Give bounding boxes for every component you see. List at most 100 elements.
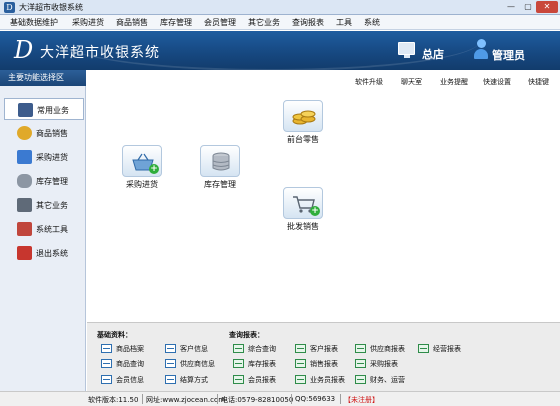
window-title: 大洋超市收银系统: [19, 3, 83, 12]
status-separator: [142, 394, 143, 404]
status-phone: 电话:0579-82810050: [221, 396, 294, 404]
report-link-label: 综合查询: [248, 345, 276, 353]
report-link-label: 客户报表: [310, 345, 338, 353]
sidebar-item-common[interactable]: 常用业务: [4, 98, 84, 120]
quick-link-chat[interactable]: 聊天室: [401, 77, 422, 87]
basic-data-title: 基础资料：: [97, 331, 132, 339]
menu-other[interactable]: 其它业务: [248, 17, 280, 28]
keyboard-icon: [17, 198, 32, 212]
document-icon: [101, 375, 112, 384]
monitor-icon: [398, 42, 415, 58]
status-separator: [291, 394, 292, 404]
report-link-label: 库存报表: [248, 360, 276, 368]
sidebar-header: 主要功能选择区: [0, 70, 86, 86]
status-separator: [217, 394, 218, 404]
basic-link-label: 商品档案: [116, 345, 144, 353]
tools-icon: [17, 222, 32, 236]
book-icon: [18, 103, 33, 117]
user-label: 管理员: [492, 49, 525, 62]
database-icon: [212, 152, 230, 171]
report-link-label: 销售报表: [310, 360, 338, 368]
spreadsheet-icon: [233, 375, 244, 384]
sidebar-item-inventory[interactable]: 库存管理: [4, 170, 84, 192]
sidebar-item-label: 其它业务: [36, 201, 68, 210]
document-icon: [165, 359, 176, 368]
tile-label: 库存管理: [204, 180, 236, 189]
status-bar: 软件版本:11.50 网址:www.zjocean.com 电话:0579-82…: [0, 391, 560, 406]
menu-bar: 基础数据维护 采购进货 商品销售 库存管理 会员管理 其它业务 查询报表 工具 …: [0, 15, 560, 30]
sidebar-item-sales[interactable]: 商品销售: [4, 122, 84, 144]
tile-label: 批发销售: [287, 222, 319, 231]
menu-sales[interactable]: 商品销售: [116, 17, 148, 28]
reports-title: 查询报表：: [229, 331, 264, 339]
header-banner: D 大洋超市收银系统 总店 管理员: [0, 31, 560, 70]
close-button[interactable]: ✕: [536, 1, 558, 13]
quick-link-settings[interactable]: 快速设置: [483, 77, 511, 87]
status-version: 软件版本:11.50: [88, 396, 139, 404]
report-link-label: 业务员报表: [310, 376, 345, 384]
basic-link-label: 客户信息: [180, 345, 208, 353]
app-name: 大洋超市收银系统: [40, 45, 160, 61]
spreadsheet-icon: [295, 359, 306, 368]
menu-system[interactable]: 系统: [364, 17, 380, 28]
sidebar-item-other[interactable]: 其它业务: [4, 194, 84, 216]
retail-tile[interactable]: [283, 100, 323, 132]
app-icon: D: [4, 2, 15, 13]
sidebar-item-exit[interactable]: 退出系统: [4, 242, 84, 264]
coins-icon: [17, 126, 32, 140]
report-link-label: 采购报表: [370, 360, 398, 368]
basic-link-label: 会员信息: [116, 376, 144, 384]
quick-link-shortcuts[interactable]: 快捷键: [528, 77, 549, 87]
plus-icon: +: [310, 206, 320, 216]
exit-icon: [17, 246, 32, 260]
spreadsheet-icon: [233, 359, 244, 368]
sidebar: 主要功能选择区 常用业务 商品销售 采购进货 库存管理 其它业务 系统工具 退出…: [0, 70, 86, 391]
report-link-label: 供应商报表: [370, 345, 405, 353]
status-qq: QQ:569633: [295, 395, 336, 403]
menu-tools[interactable]: 工具: [336, 17, 352, 28]
store-label: 总店: [422, 48, 444, 61]
sidebar-item-label: 退出系统: [36, 249, 68, 258]
minimize-button[interactable]: —: [503, 1, 519, 13]
wholesale-tile[interactable]: +: [283, 187, 323, 219]
document-icon: [101, 359, 112, 368]
spreadsheet-icon: [355, 375, 366, 384]
quick-link-upgrade[interactable]: 软件升级: [355, 77, 383, 87]
sidebar-item-label: 系统工具: [36, 225, 68, 234]
sidebar-item-label: 常用业务: [37, 106, 69, 115]
report-link-label: 会员报表: [248, 376, 276, 384]
menu-members[interactable]: 会员管理: [204, 17, 236, 28]
status-registration: 【未注册】: [344, 396, 379, 404]
database-icon: [17, 174, 32, 188]
basic-link-label: 商品查询: [116, 360, 144, 368]
bottom-panel: 基础资料： 商品档案 客户信息 商品查询 供应商信息 会员信息 结算方式 查询报…: [87, 322, 560, 391]
spreadsheet-icon: [233, 344, 244, 353]
main-content: 软件升级 聊天室 业务提醒 快速设置 快捷键 + 采购进货 库存管理 前台零售: [87, 70, 560, 322]
menu-purchase[interactable]: 采购进货: [72, 17, 104, 28]
basic-link-label: 结算方式: [180, 376, 208, 384]
sidebar-item-label: 采购进货: [36, 153, 68, 162]
inventory-tile[interactable]: [200, 145, 240, 177]
spreadsheet-icon: [355, 359, 366, 368]
plus-icon: +: [149, 164, 159, 174]
document-icon: [101, 344, 112, 353]
maximize-button[interactable]: ▢: [520, 1, 536, 13]
document-icon: [165, 375, 176, 384]
window-titlebar: D 大洋超市收银系统 — ▢ ✕: [0, 0, 560, 15]
report-link-label: 财务、运营: [370, 376, 405, 384]
coins-icon: [292, 110, 316, 125]
report-link-label: 经营报表: [433, 345, 461, 353]
purchase-tile[interactable]: +: [122, 145, 162, 177]
spreadsheet-icon: [355, 344, 366, 353]
quick-link-reminders[interactable]: 业务提醒: [440, 77, 468, 87]
status-website: 网址:www.zjocean.com: [146, 396, 226, 404]
spreadsheet-icon: [295, 375, 306, 384]
truck-icon: [17, 150, 32, 164]
spreadsheet-icon: [418, 344, 429, 353]
sidebar-item-purchase[interactable]: 采购进货: [4, 146, 84, 168]
menu-reports[interactable]: 查询报表: [292, 17, 324, 28]
document-icon: [165, 344, 176, 353]
menu-inventory[interactable]: 库存管理: [160, 17, 192, 28]
sidebar-item-tools[interactable]: 系统工具: [4, 218, 84, 240]
menu-basic-data[interactable]: 基础数据维护: [10, 17, 58, 28]
